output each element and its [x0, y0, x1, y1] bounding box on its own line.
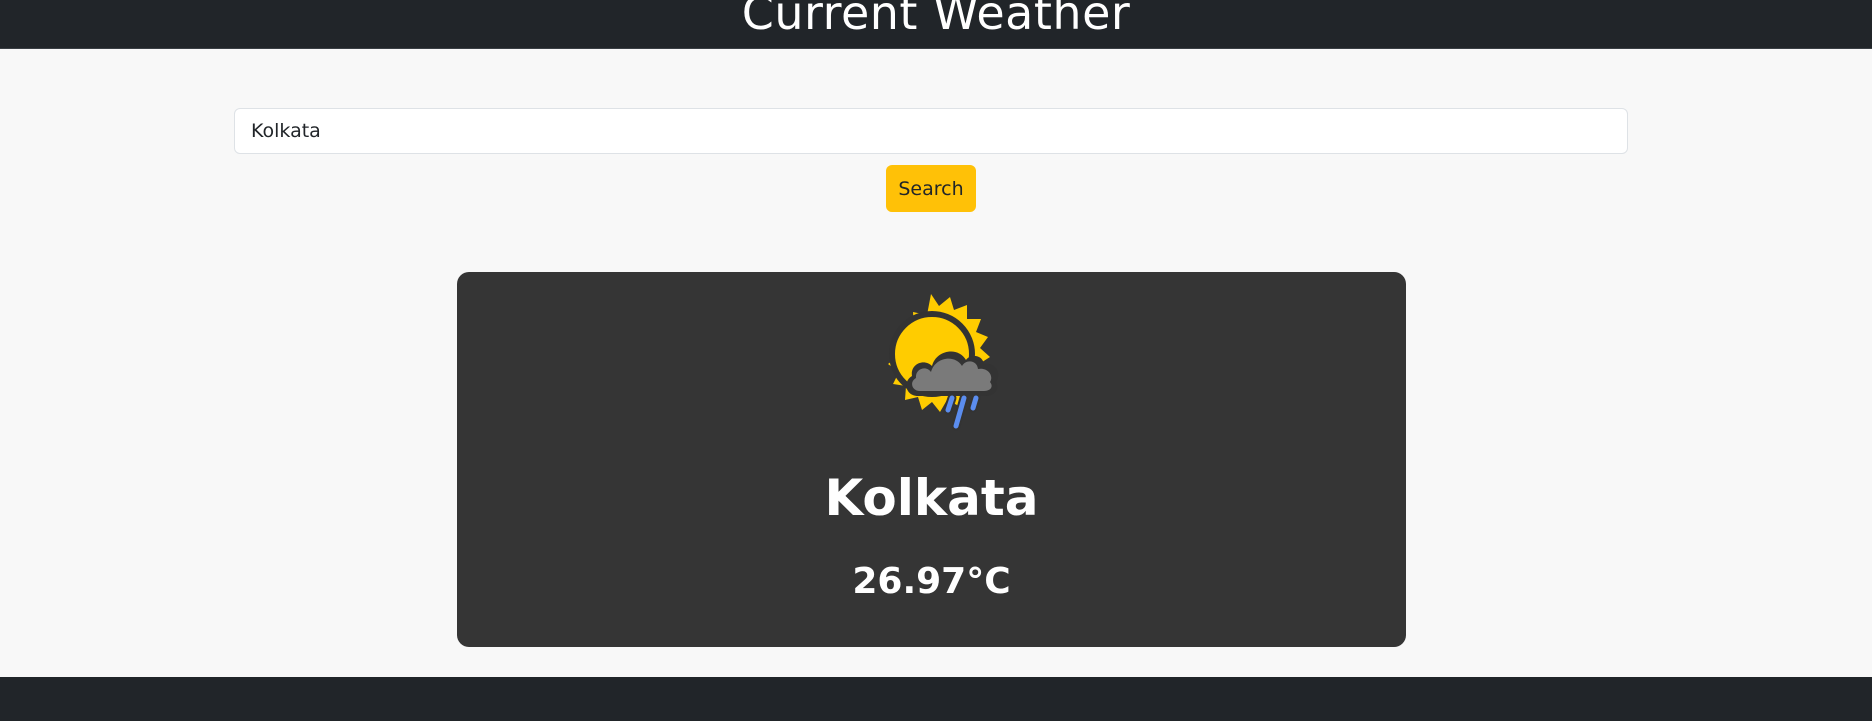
temperature-value: 26.97°C — [852, 561, 1011, 602]
city-name: Kolkata — [824, 469, 1039, 527]
weather-card: Kolkata 26.97°C — [457, 272, 1406, 647]
page-title: Current Weather — [741, 0, 1131, 40]
partly-sunny-rain-icon — [888, 294, 999, 431]
search-input[interactable] — [234, 108, 1628, 154]
footer-bar — [0, 677, 1872, 721]
search-button[interactable]: Search — [886, 165, 976, 212]
header-bar: Current Weather — [0, 0, 1872, 49]
